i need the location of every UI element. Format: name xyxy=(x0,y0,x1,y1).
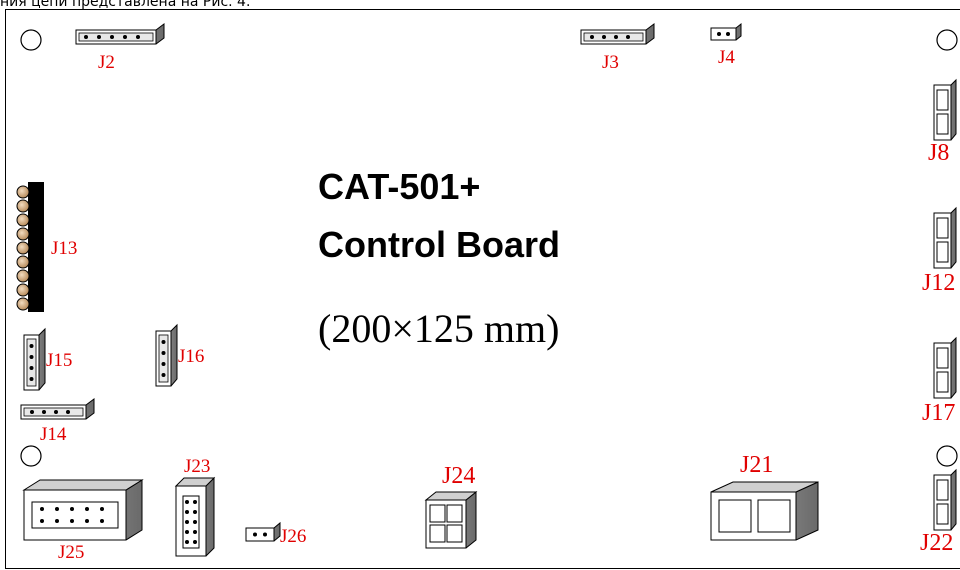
connector-j13 xyxy=(16,182,44,312)
connector-j21 xyxy=(710,481,819,541)
connector-j15 xyxy=(23,327,46,391)
label-j24: J24 xyxy=(442,463,475,489)
board-dimensions: (200×125 mm) xyxy=(318,306,559,351)
connector-j22 xyxy=(933,468,957,531)
label-j2: J2 xyxy=(98,52,115,73)
control-board: J2 J3 J4 J8 J12 J17 J22 J13 J15 J16 J14 … xyxy=(5,9,960,569)
label-j26: J26 xyxy=(280,526,306,547)
mounting-hole-bottom-left xyxy=(20,445,42,467)
connector-j24 xyxy=(424,490,478,549)
connector-j26 xyxy=(245,521,281,542)
connector-j25 xyxy=(22,479,144,541)
board-title-line2: Control Board xyxy=(318,224,560,265)
label-j12: J12 xyxy=(922,270,955,296)
mounting-hole-top-right xyxy=(936,29,958,51)
label-j4: J4 xyxy=(718,47,735,68)
label-j3: J3 xyxy=(602,52,619,73)
label-j16: J16 xyxy=(178,346,204,367)
connector-j2 xyxy=(75,23,165,45)
connector-j12 xyxy=(933,206,957,269)
connector-j16 xyxy=(155,323,178,387)
label-j14: J14 xyxy=(40,424,67,445)
label-j25: J25 xyxy=(58,542,84,563)
label-j15: J15 xyxy=(46,350,72,371)
board-diagram: J2 J3 J4 J8 J12 J17 J22 J13 J15 J16 J14 … xyxy=(16,22,958,563)
connector-j23 xyxy=(174,476,216,557)
connector-j4 xyxy=(710,22,742,41)
connector-j17 xyxy=(933,336,957,399)
board-title-line1: CAT-501+ xyxy=(318,166,480,207)
label-j13: J13 xyxy=(51,238,77,259)
connector-j3 xyxy=(580,23,655,45)
mounting-hole-bottom-right xyxy=(936,445,958,467)
label-j8: J8 xyxy=(928,140,949,166)
label-j17: J17 xyxy=(922,400,955,426)
label-j22: J22 xyxy=(920,530,953,556)
connector-j14 xyxy=(20,398,95,420)
label-j21: J21 xyxy=(740,452,773,478)
connector-j8 xyxy=(933,78,957,141)
mounting-hole-top-left xyxy=(20,29,42,51)
label-j23: J23 xyxy=(184,456,210,477)
